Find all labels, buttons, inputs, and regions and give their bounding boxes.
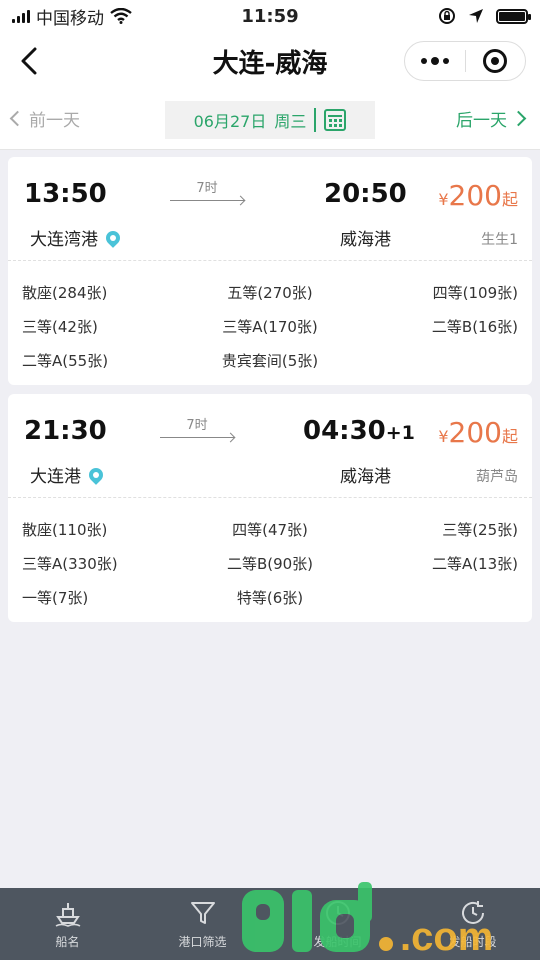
rotation-lock-icon: [439, 8, 455, 24]
status-bar: 中国移动 11:59: [0, 0, 540, 32]
trip-summary: 21:30 7时 04:30+1 ¥200起 大连港 威海港 葫芦岛: [8, 394, 532, 498]
seat-class: 三等A(170张): [222, 317, 318, 336]
close-program-button[interactable]: [466, 42, 526, 80]
trip-duration: 7时: [160, 414, 234, 438]
seat-row: 一等(7张) 特等(6张): [22, 580, 518, 614]
tab-label: 船名: [55, 934, 80, 949]
arrive-time: 20:50: [324, 179, 407, 209]
tab-label: 港口筛选: [178, 934, 227, 949]
arrow-right-icon: [170, 200, 244, 201]
time-range-icon: [461, 900, 484, 924]
location-pin-icon[interactable]: [103, 227, 123, 248]
target-icon: [483, 49, 508, 73]
seat-class: 四等(47张): [232, 520, 308, 539]
status-time: 11:59: [241, 5, 299, 27]
location-pin-icon[interactable]: [86, 464, 106, 485]
arrive-port: 威海港: [340, 230, 391, 250]
mini-program-capsule: [404, 41, 526, 81]
tab-departure-period[interactable]: 发船时段: [405, 888, 540, 960]
seat-class: 散座(284张): [22, 283, 108, 302]
tab-departure-time[interactable]: 发船时间: [270, 888, 405, 960]
seat-class: 二等B(90张): [226, 554, 314, 573]
seat-list: 散座(284张) 五等(270张) 四等(109张) 三等(42张) 三等A(1…: [8, 261, 532, 385]
arrive-time: 04:30+1: [303, 416, 415, 446]
trip-duration: 7时: [170, 177, 244, 201]
seat-class: 二等B(16张): [431, 317, 518, 336]
carrier-name: 中国移动: [36, 8, 104, 29]
seat-row: 三等A(330张) 二等B(90张) 二等A(13张): [22, 546, 518, 580]
depart-port: 大连湾港: [30, 225, 123, 250]
depart-port: 大连港: [30, 462, 106, 487]
signal-icon: [12, 9, 30, 23]
status-right: [328, 7, 531, 25]
trip-summary: 13:50 7时 20:50 ¥200起 大连湾港 威海港 生生1: [8, 157, 532, 261]
bottom-tab-bar: 船名 港口筛选 发船时间 发船时段: [0, 888, 540, 960]
seat-class: 三等(42张): [22, 317, 98, 336]
seat-class: 三等A(330张): [22, 554, 118, 573]
date-bar: 前一天 06月27日 周三 后一天: [0, 90, 540, 150]
battery-icon: [496, 8, 531, 24]
price: ¥200起: [438, 179, 518, 212]
seat-list: 散座(110张) 四等(47张) 三等(25张) 三等A(330张) 二等B(9…: [8, 498, 532, 622]
ship-name: 葫芦岛: [476, 469, 518, 485]
nav-bar: 大连-威海: [0, 32, 540, 90]
status-left: 中国移动: [12, 4, 212, 29]
prev-day-label: 前一天: [29, 111, 80, 131]
tab-port-filter[interactable]: 港口筛选: [135, 888, 270, 960]
location-arrow-icon: [469, 9, 483, 23]
chevron-right-icon: [510, 110, 527, 127]
depart-time: 21:30: [24, 416, 107, 446]
seat-row: 三等(42张) 三等A(170张) 二等B(16张): [22, 309, 518, 343]
chevron-left-icon: [9, 110, 26, 127]
seat-class: 五等(270张): [227, 283, 313, 302]
depart-time: 13:50: [24, 179, 107, 209]
next-day-button[interactable]: 后一天: [456, 106, 530, 131]
prev-day-button[interactable]: 前一天: [6, 106, 80, 131]
tab-label: 发船时段: [448, 934, 497, 949]
seat-class: 三等(25张): [442, 520, 518, 539]
trip-card[interactable]: 21:30 7时 04:30+1 ¥200起 大连港 威海港 葫芦岛 散座(11…: [8, 394, 532, 622]
trip-card[interactable]: 13:50 7时 20:50 ¥200起 大连湾港 威海港 生生1 散座(284…: [8, 157, 532, 385]
seat-class: 二等A(13张): [431, 554, 518, 573]
wifi-icon: [110, 8, 132, 24]
calendar-icon: [324, 109, 347, 131]
ship-icon: [55, 902, 80, 927]
arrive-port: 威海港: [340, 467, 391, 487]
ship-name: 生生1: [481, 232, 518, 248]
seat-class: 贵宾套间(5张): [221, 351, 319, 370]
back-arrow-icon: [21, 47, 37, 75]
next-day-label: 后一天: [456, 111, 507, 131]
clock-icon: [325, 900, 350, 925]
selected-date: 06月27日: [193, 112, 267, 131]
tab-label: 发船时间: [313, 934, 362, 949]
more-button[interactable]: [405, 42, 465, 80]
back-button[interactable]: [14, 44, 44, 78]
seat-class: 二等A(55张): [22, 351, 109, 370]
seat-row: 散座(284张) 五等(270张) 四等(109张): [22, 275, 518, 309]
tab-ship-name[interactable]: 船名: [0, 888, 135, 960]
date-picker[interactable]: 06月27日 周三: [165, 101, 375, 139]
seat-row: 散座(110张) 四等(47张) 三等(25张): [22, 512, 518, 546]
seat-class: 一等(7张): [22, 588, 89, 607]
arrow-right-icon: [160, 437, 234, 438]
more-icon: [420, 56, 449, 65]
seat-class: 四等(109张): [432, 283, 518, 302]
selected-weekday: 周三: [274, 112, 307, 131]
seat-class: 散座(110张): [22, 520, 108, 539]
seat-class: 特等(6张): [236, 588, 304, 607]
filter-icon: [190, 901, 215, 924]
date-divider: [314, 108, 317, 132]
price: ¥200起: [438, 416, 518, 449]
seat-row: 二等A(55张) 贵宾套间(5张): [22, 343, 518, 377]
